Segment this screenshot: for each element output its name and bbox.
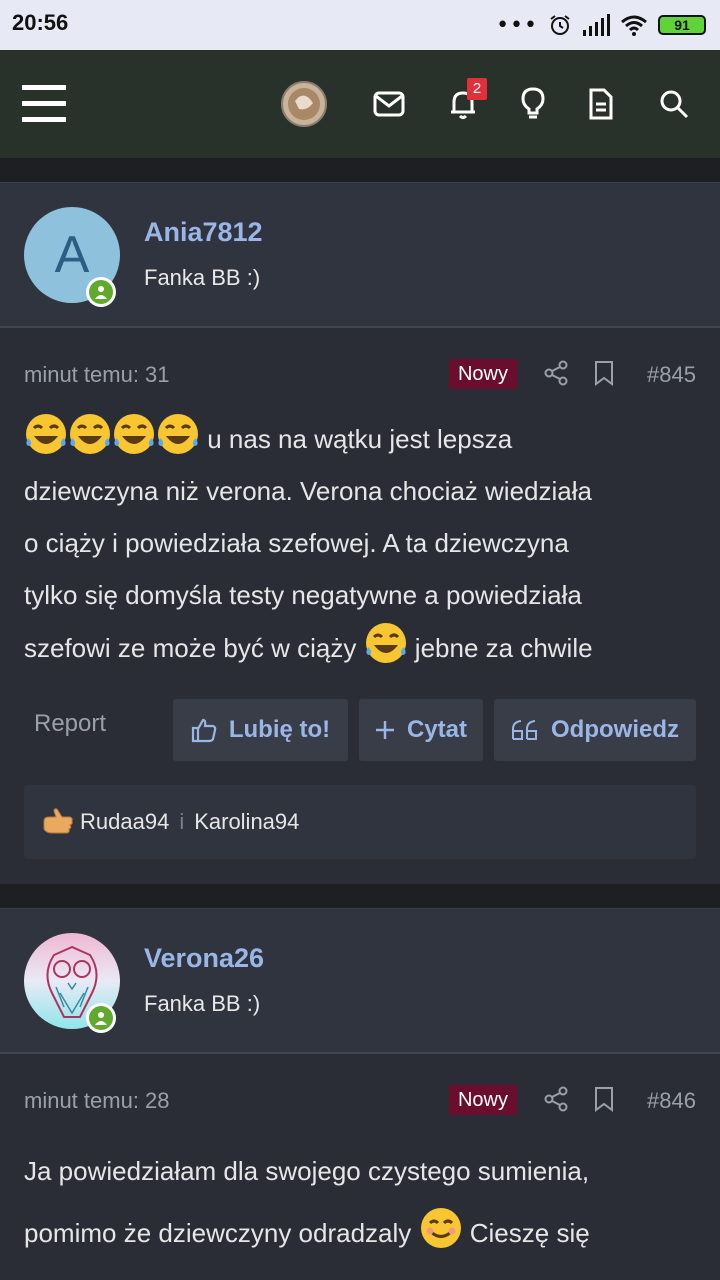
liker-link[interactable]: Karolina94	[194, 809, 299, 835]
quote-button[interactable]: Cytat	[359, 699, 483, 761]
username-link[interactable]: Ania7812	[144, 217, 263, 248]
plus-icon	[375, 721, 394, 739]
message-text: Cieszę się	[469, 1218, 590, 1248]
status-time: 20:56	[12, 10, 69, 35]
reactions-summary: Rudaa94 i Karolina94	[24, 785, 696, 859]
quote-marks-icon	[512, 720, 537, 740]
post-author-header: A Ania7812 Fanka BB :)	[0, 182, 720, 328]
profile-avatar-button[interactable]	[276, 76, 332, 132]
report-link[interactable]: Report	[34, 710, 106, 738]
signal-icon	[583, 14, 610, 36]
document-icon	[589, 88, 613, 120]
wifi-icon	[621, 15, 647, 36]
tears-of-joy-emoji-icon	[158, 414, 198, 454]
bookmark-icon[interactable]	[591, 360, 617, 386]
liker-link[interactable]: Rudaa94	[80, 809, 169, 835]
message-line: o ciąży i powiedziała szefowej. A ta dzi…	[24, 528, 569, 558]
post-number-link[interactable]: #846	[647, 1088, 696, 1114]
search-button[interactable]	[646, 76, 702, 132]
post-author-header: Verona26 Fanka BB :)	[0, 908, 720, 1054]
tears-of-joy-emoji-icon	[26, 414, 66, 454]
quote-button-label: Cytat	[406, 716, 467, 743]
share-icon[interactable]	[543, 1086, 569, 1112]
share-icon[interactable]	[543, 360, 569, 386]
avatar	[281, 81, 327, 127]
notification-badge: 2	[467, 78, 487, 100]
online-status-indicator	[86, 277, 116, 307]
tears-of-joy-emoji-icon	[365, 623, 406, 663]
post-time: minut temu: 31	[24, 362, 170, 387]
like-button-label: Lubię to!	[228, 716, 331, 743]
message-text: jebne za chwile	[414, 633, 593, 663]
post-846: Verona26 Fanka BB :) minut temu: 28 Nowy…	[0, 908, 720, 1280]
whats-new-button[interactable]	[505, 76, 561, 132]
new-badge: Nowy	[449, 1085, 517, 1115]
tears-of-joy-emoji-icon	[114, 414, 154, 454]
top-navbar: 2	[0, 50, 720, 158]
search-icon	[660, 90, 689, 119]
battery-indicator: 91	[658, 15, 706, 35]
notifications-button[interactable]: 2	[435, 76, 491, 132]
post-number-link[interactable]: #845	[647, 362, 696, 388]
status-icons: ••• 91	[496, 10, 706, 40]
status-bar: 20:56 ••• 91	[0, 0, 720, 50]
messages-button[interactable]	[361, 76, 417, 132]
user-title: Fanka BB :)	[144, 265, 261, 290]
more-dots-icon: •••	[496, 12, 538, 38]
message-text: szefowi ze może być w ciąży	[24, 633, 357, 663]
message-text: u nas na wątku jest lepsza	[207, 424, 513, 454]
hamburger-icon	[22, 85, 66, 122]
reply-button[interactable]: Odpowiedz	[494, 699, 696, 761]
online-status-indicator	[86, 1003, 116, 1033]
user-title: Fanka BB :)	[144, 991, 261, 1016]
menu-button[interactable]	[16, 76, 72, 132]
message-line: dziewczyna niż verona. Verona chociaż wi…	[24, 476, 592, 506]
post-message: u nas na wątku jest lepsza dziewczyna ni…	[24, 412, 700, 674]
username-link[interactable]: Verona26	[144, 943, 264, 974]
lightbulb-icon	[521, 87, 545, 119]
post-845: A Ania7812 Fanka BB :) minut temu: 31 No…	[0, 182, 720, 884]
message-line: Ja powiedziałam dla swojego czystego sum…	[24, 1156, 590, 1186]
smiling-face-emoji-icon	[420, 1208, 461, 1248]
thumbs-up-emoji-icon	[43, 808, 73, 834]
message-line: u nas na wątku jest lepsza	[24, 412, 700, 465]
message-line: szefowi ze może być w ciąży jebne za chw…	[24, 621, 700, 674]
message-text: pomimo że dziewczyny odradzaly	[24, 1218, 412, 1248]
user-icon	[95, 286, 107, 299]
thumbs-up-icon	[191, 718, 217, 743]
message-line: tylko się domyśla testy negatywne a powi…	[24, 580, 582, 610]
bookmark-icon[interactable]	[591, 1086, 617, 1112]
tears-of-joy-emoji-icon	[70, 414, 110, 454]
documents-button[interactable]	[573, 76, 629, 132]
reply-button-label: Odpowiedz	[551, 716, 679, 743]
envelope-icon	[373, 91, 405, 117]
post-message: Ja powiedziałam dla swojego czystego sum…	[24, 1140, 700, 1264]
post-divider	[0, 884, 720, 908]
alarm-icon	[550, 15, 570, 35]
post-time: minut temu: 28	[24, 1088, 170, 1113]
liker-separator: i	[179, 809, 185, 834]
user-icon	[95, 1012, 107, 1025]
like-button[interactable]: Lubię to!	[173, 699, 348, 761]
message-line: pomimo że dziewczyny odradzaly Cieszę si…	[24, 1202, 700, 1264]
new-badge: Nowy	[449, 359, 517, 389]
